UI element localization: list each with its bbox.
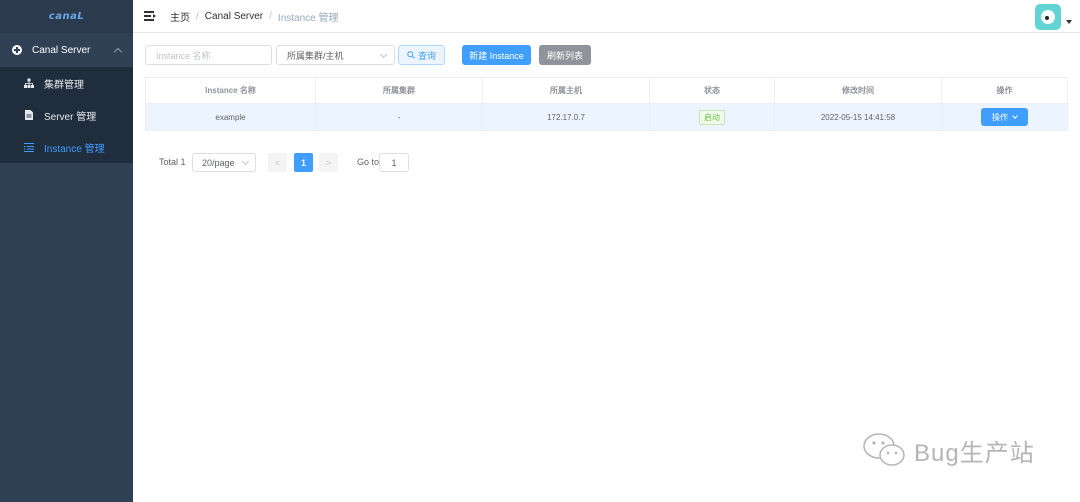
cluster-host-value: 所属集群/主机	[287, 50, 344, 61]
page-number-1[interactable]: 1	[294, 153, 313, 172]
column-header: 操作	[996, 86, 1013, 95]
breadcrumb: 主页 / Canal Server / Instance 管理	[170, 9, 339, 24]
action-label: 操作	[992, 112, 1008, 122]
goto-page-input[interactable]: 1	[379, 153, 409, 172]
breadcrumb-instance: Instance 管理	[277, 12, 339, 24]
sidebar-menu-canal-server[interactable]: Canal Server	[0, 33, 133, 67]
breadcrumb-canal-server[interactable]: Canal Server	[205, 11, 263, 22]
refresh-list-button[interactable]: 刷新列表	[539, 45, 591, 65]
query-label: 查询	[417, 50, 436, 61]
sidebar-menu-label: Canal Server	[32, 44, 91, 56]
action-dropdown-button[interactable]: 操作	[981, 108, 1028, 126]
table-row[interactable]: example - 172.17.0.7 启动 2022-05-15 14:41…	[146, 104, 1067, 130]
avatar-image	[1041, 10, 1055, 24]
watermark: Bug生产站	[862, 430, 1035, 470]
cell-modified: 2022-05-15 14:41:58	[775, 104, 942, 130]
search-icon	[407, 51, 415, 59]
new-instance-button[interactable]: 新建 Instance	[462, 45, 531, 65]
chevron-down-icon	[379, 50, 388, 59]
table-header: Instance 名称 所属集群 所属主机 状态 修改时间 操作	[146, 78, 1067, 104]
chevron-up-icon	[113, 47, 123, 56]
sidebar-item-label: Server 管理	[44, 111, 97, 123]
page-number-label: 1	[300, 157, 306, 168]
refresh-list-label: 刷新列表	[546, 50, 583, 61]
logo-bar[interactable]: canaL	[0, 0, 133, 33]
cell-host: 172.17.0.7	[483, 104, 650, 130]
top-header: 主页 / Canal Server / Instance 管理	[133, 0, 1080, 33]
plus-circle-icon	[12, 45, 22, 55]
cluster-icon	[24, 78, 34, 88]
chevron-down-icon	[241, 157, 250, 166]
status-badge: 启动	[699, 109, 725, 125]
prev-page-button[interactable]: <	[268, 153, 287, 172]
list-icon	[24, 142, 34, 152]
caret-down-icon[interactable]	[1066, 20, 1072, 24]
wechat-icon	[863, 433, 905, 466]
sidebar: canaL Canal Server 集群管理 Server 管理 Instan…	[0, 0, 133, 502]
cluster-host-select[interactable]: 所属集群/主机	[276, 45, 395, 65]
column-header: 修改时间	[775, 78, 942, 103]
goto-label: Go to	[357, 157, 380, 167]
column-header: 所属主机	[483, 78, 650, 103]
new-instance-label: 新建 Instance	[469, 50, 524, 61]
sidebar-item-instance[interactable]: Instance 管理	[0, 131, 133, 163]
instance-name-input[interactable]: Instance 名称	[145, 45, 272, 65]
instance-name-placeholder: Instance 名称	[156, 50, 211, 61]
breadcrumb-separator: /	[196, 10, 199, 22]
avatar[interactable]	[1035, 4, 1061, 30]
chevron-down-icon	[1012, 112, 1018, 119]
server-icon	[24, 110, 34, 120]
cell-cluster: -	[316, 104, 483, 130]
query-button[interactable]: 查询	[398, 45, 445, 65]
column-header: 所属集群	[316, 78, 483, 103]
sidebar-item-cluster[interactable]: 集群管理	[0, 67, 133, 99]
page-size-value: 20/page	[202, 157, 235, 168]
instance-table: Instance 名称 所属集群 所属主机 状态 修改时间 操作 example…	[145, 77, 1068, 131]
column-header: 状态	[650, 78, 775, 103]
breadcrumb-separator: /	[269, 10, 272, 22]
sidebar-item-label: 集群管理	[44, 79, 84, 91]
chevron-right-icon: >	[325, 157, 332, 168]
cell-action: 操作	[942, 104, 1067, 130]
goto-page-value: 1	[391, 157, 397, 168]
sidebar-item-server[interactable]: Server 管理	[0, 99, 133, 131]
watermark-text: Bug生产站	[914, 439, 1035, 467]
pagination-total: Total 1	[159, 157, 186, 167]
sidebar-item-label: Instance 管理	[44, 143, 105, 155]
canal-logo[interactable]: canaL	[49, 11, 84, 22]
column-header: Instance 名称	[146, 78, 316, 103]
hamburger-icon[interactable]	[144, 11, 156, 21]
next-page-button[interactable]: >	[319, 153, 338, 172]
cell-status: 启动	[650, 104, 775, 130]
breadcrumb-home[interactable]: 主页	[170, 9, 190, 24]
page-size-select[interactable]: 20/page	[192, 153, 256, 172]
chevron-left-icon: <	[274, 157, 281, 168]
sidebar-submenu: 集群管理 Server 管理 Instance 管理	[0, 67, 133, 163]
cell-instance-name: example	[146, 104, 316, 130]
